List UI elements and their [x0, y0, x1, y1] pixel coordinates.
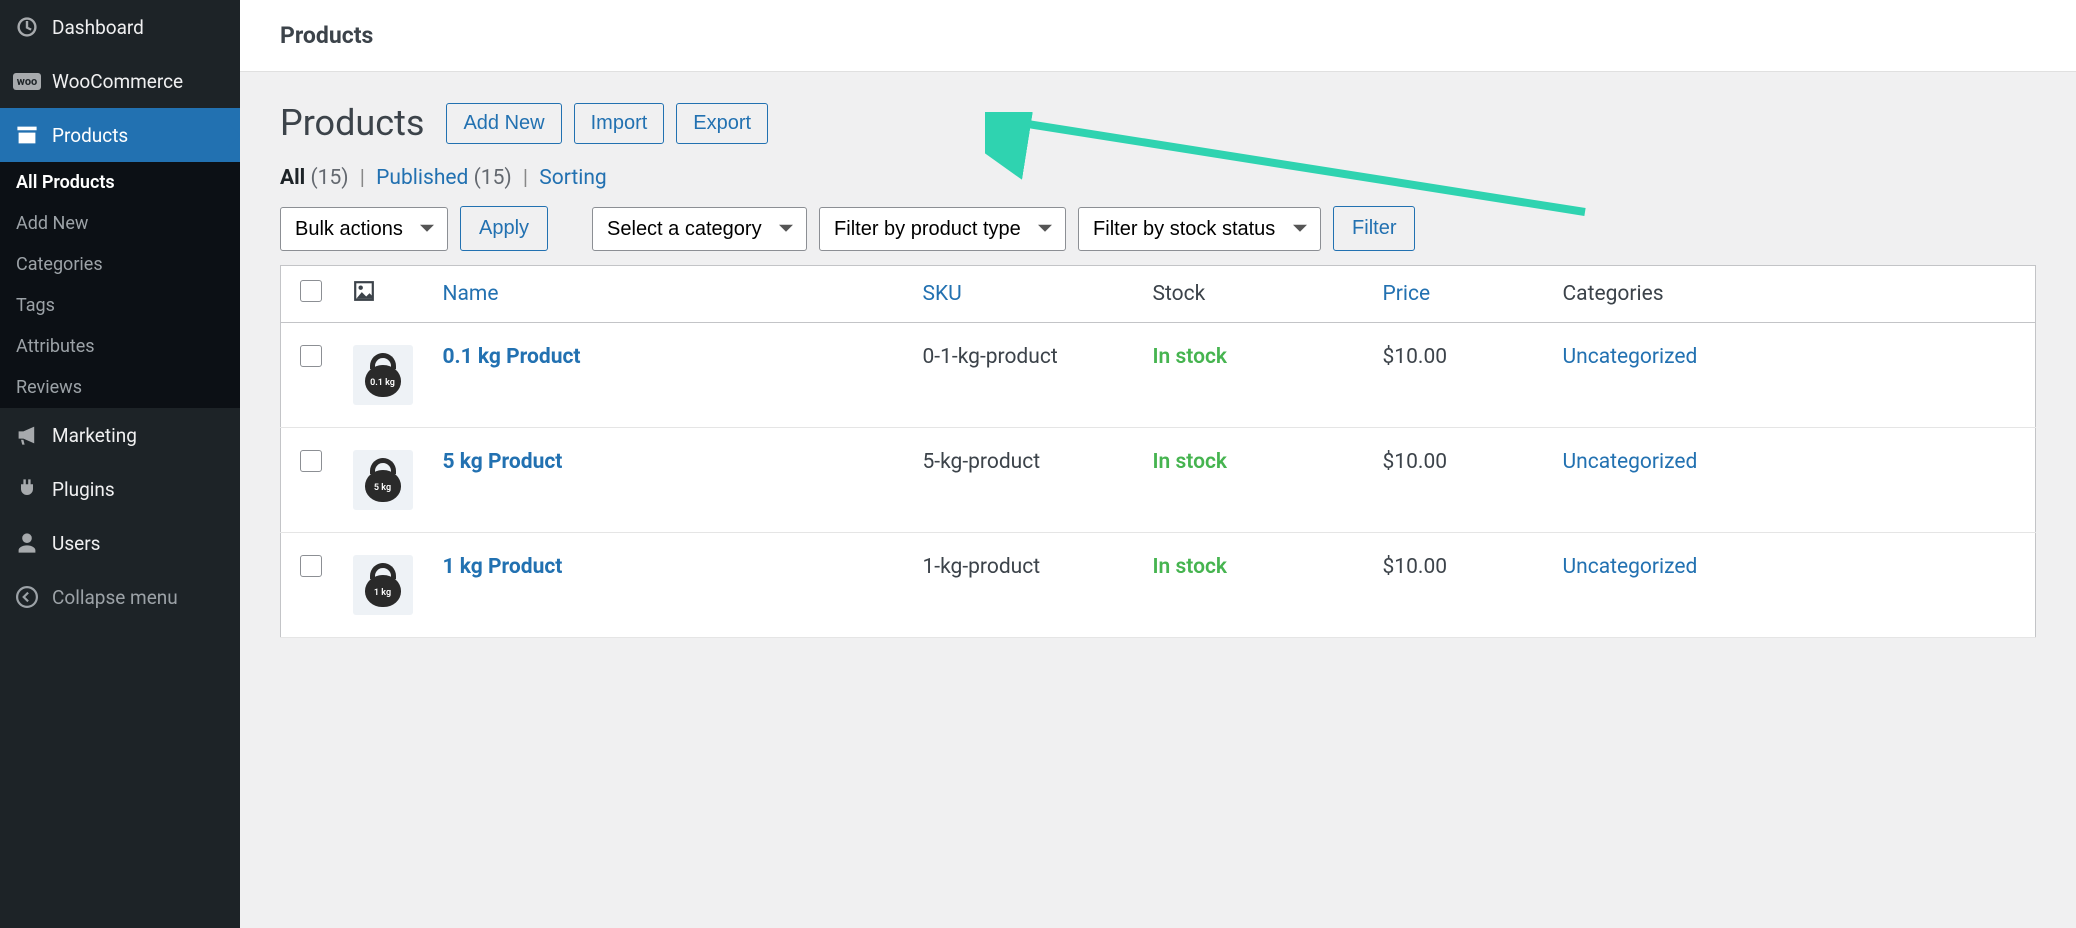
table-row: 0.1 kg 0.1 kg Product 0-1-kg-productIn sto… [281, 323, 2036, 428]
sidebar-submenu-products: All Products Add New Categories Tags Att… [0, 162, 240, 408]
sidebar-item-woocommerce[interactable]: woo WooCommerce [0, 54, 240, 108]
user-icon [14, 530, 40, 556]
product-stock: In stock [1141, 428, 1371, 533]
row-checkbox[interactable] [300, 345, 322, 367]
sidebar-sub-reviews[interactable]: Reviews [0, 367, 240, 408]
sidebar-collapse[interactable]: Collapse menu [0, 570, 240, 624]
product-stock: In stock [1141, 533, 1371, 638]
filter-button[interactable]: Filter [1333, 206, 1415, 251]
bulk-actions-select[interactable]: Bulk actions [280, 207, 448, 251]
dashboard-icon [14, 14, 40, 40]
sidebar-item-label: Marketing [52, 424, 137, 447]
product-thumb[interactable]: 5 kg [353, 450, 413, 510]
product-name-link[interactable]: 0.1 kg Product [443, 345, 581, 369]
category-select[interactable]: Select a category [592, 207, 807, 251]
table-row: 5 kg 5 kg Product 5-kg-productIn stock$10.… [281, 428, 2036, 533]
product-name-link[interactable]: 5 kg Product [443, 450, 563, 474]
export-button[interactable]: Export [676, 103, 768, 144]
filter-bar: Bulk actions Apply Select a category Fil… [280, 206, 2036, 251]
topbar-title: Products [280, 22, 2036, 49]
sidebar-item-plugins[interactable]: Plugins [0, 462, 240, 516]
woocommerce-icon: woo [14, 68, 40, 94]
product-sku: 5-kg-product [911, 428, 1141, 533]
products-table: Name SKU Stock Price Categories 0.1 kg0.… [280, 265, 2036, 638]
add-new-button[interactable]: Add New [446, 103, 561, 144]
product-price: $10.00 [1371, 323, 1551, 428]
filter-sorting[interactable]: Sorting [539, 166, 606, 190]
sidebar-item-label: Products [52, 124, 128, 147]
sidebar-collapse-label: Collapse menu [52, 586, 178, 609]
sidebar-item-label: Plugins [52, 478, 115, 501]
apply-button[interactable]: Apply [460, 206, 548, 251]
product-category-link[interactable]: Uncategorized [1563, 555, 1698, 579]
price-column-header[interactable]: Price [1383, 282, 1431, 306]
collapse-icon [14, 584, 40, 610]
select-all-checkbox[interactable] [300, 280, 322, 302]
table-row: 1 kg 1 kg Product 1-kg-productIn stock$10.… [281, 533, 2036, 638]
megaphone-icon [14, 422, 40, 448]
sku-column-header[interactable]: SKU [923, 282, 962, 306]
sidebar-item-products[interactable]: Products [0, 108, 240, 162]
admin-sidebar: Dashboard woo WooCommerce Products All P… [0, 0, 240, 928]
row-checkbox[interactable] [300, 555, 322, 577]
product-thumb[interactable]: 0.1 kg [353, 345, 413, 405]
main-content: Products Products Add New Import Export … [240, 0, 2076, 928]
sidebar-sub-attributes[interactable]: Attributes [0, 326, 240, 367]
product-sku: 1-kg-product [911, 533, 1141, 638]
filter-published[interactable]: Published (15) [376, 166, 512, 190]
product-name-link[interactable]: 1 kg Product [443, 555, 563, 579]
categories-column-header: Categories [1551, 266, 2036, 323]
sidebar-item-users[interactable]: Users [0, 516, 240, 570]
view-filters: All (15) | Published (15) | Sorting [280, 166, 2036, 190]
page-title: Products [280, 102, 424, 144]
plugin-icon [14, 476, 40, 502]
sidebar-sub-categories[interactable]: Categories [0, 244, 240, 285]
import-button[interactable]: Import [574, 103, 665, 144]
product-stock: In stock [1141, 323, 1371, 428]
product-sku: 0-1-kg-product [911, 323, 1141, 428]
sidebar-item-marketing[interactable]: Marketing [0, 408, 240, 462]
product-price: $10.00 [1371, 533, 1551, 638]
sidebar-item-label: Users [52, 532, 100, 555]
page-title-row: Products Add New Import Export [280, 102, 2036, 144]
sidebar-item-label: WooCommerce [52, 70, 183, 93]
sidebar-sub-all-products[interactable]: All Products [0, 162, 240, 203]
product-category-link[interactable]: Uncategorized [1563, 450, 1698, 474]
sidebar-item-dashboard[interactable]: Dashboard [0, 0, 240, 54]
row-checkbox[interactable] [300, 450, 322, 472]
sidebar-sub-tags[interactable]: Tags [0, 285, 240, 326]
product-category-link[interactable]: Uncategorized [1563, 345, 1698, 369]
filter-all[interactable]: All (15) [280, 166, 349, 190]
sidebar-item-label: Dashboard [52, 16, 144, 39]
product-thumb[interactable]: 1 kg [353, 555, 413, 615]
sidebar-sub-add-new[interactable]: Add New [0, 203, 240, 244]
image-column-icon [353, 284, 375, 308]
stock-status-select[interactable]: Filter by stock status [1078, 207, 1321, 251]
topbar: Products [240, 0, 2076, 72]
archive-icon [14, 122, 40, 148]
name-column-header[interactable]: Name [443, 282, 499, 306]
stock-column-header: Stock [1141, 266, 1371, 323]
product-type-select[interactable]: Filter by product type [819, 207, 1066, 251]
product-price: $10.00 [1371, 428, 1551, 533]
